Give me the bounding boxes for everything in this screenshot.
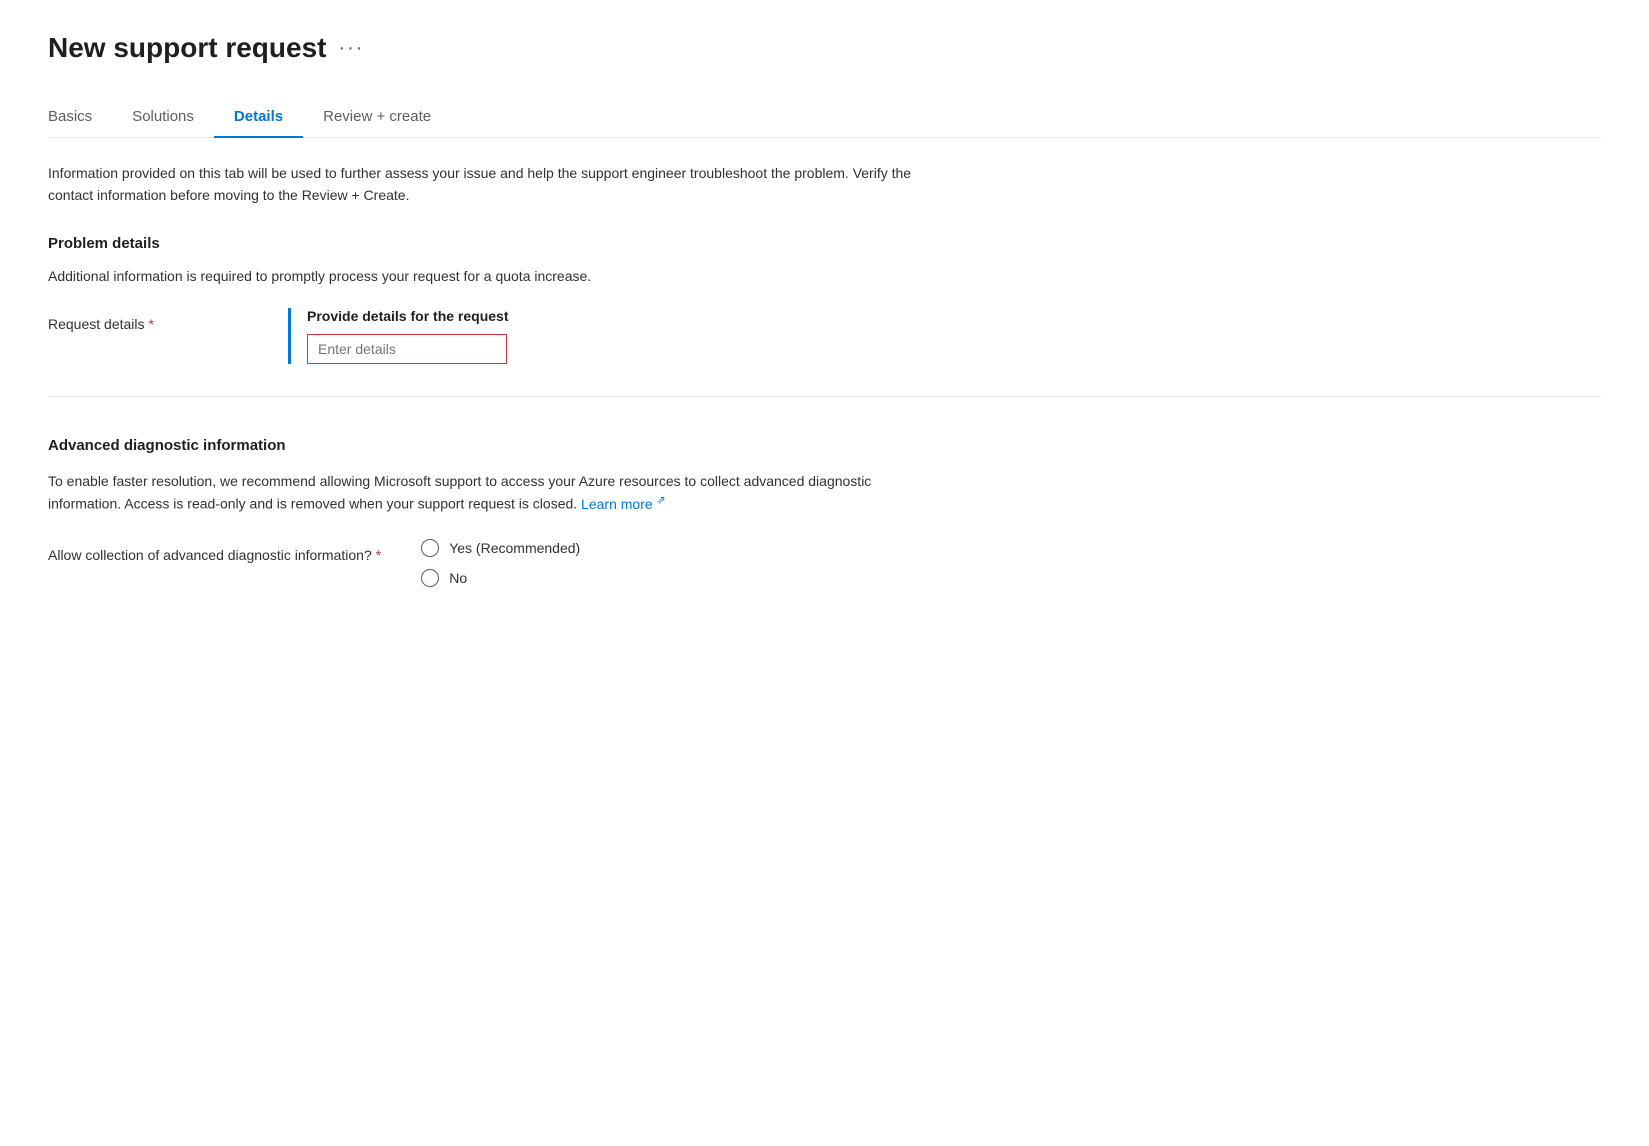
problem-details-description: Additional information is required to pr… xyxy=(48,268,1601,284)
learn-more-link[interactable]: Learn more ⇗ xyxy=(581,496,666,512)
tab-solutions[interactable]: Solutions xyxy=(112,96,214,137)
section-divider xyxy=(48,396,1601,397)
radio-no[interactable]: No xyxy=(421,569,580,587)
tab-nav: Basics Solutions Details Review + create xyxy=(48,96,1601,138)
tab-basics[interactable]: Basics xyxy=(48,96,112,137)
problem-details-heading: Problem details xyxy=(48,235,1601,252)
required-star: * xyxy=(149,316,154,332)
radio-yes-circle xyxy=(421,539,439,557)
tab-details[interactable]: Details xyxy=(214,96,303,137)
advanced-diagnostic-section: Advanced diagnostic information To enabl… xyxy=(48,437,1601,587)
request-details-panel: Provide details for the request xyxy=(288,308,1601,364)
diagnostic-radio-group: Yes (Recommended) No xyxy=(421,539,580,587)
advanced-diagnostic-heading: Advanced diagnostic information xyxy=(48,437,1601,454)
external-link-icon: ⇗ xyxy=(657,494,666,506)
page-title: New support request xyxy=(48,32,326,64)
request-details-row: Request details* Provide details for the… xyxy=(48,308,1601,364)
more-options-button[interactable]: ··· xyxy=(338,37,364,60)
allow-required-star: * xyxy=(376,547,381,563)
page-title-row: New support request ··· xyxy=(48,32,1601,64)
radio-no-circle xyxy=(421,569,439,587)
allow-collection-label: Allow collection of advanced diagnostic … xyxy=(48,539,381,563)
allow-collection-row: Allow collection of advanced diagnostic … xyxy=(48,539,1601,587)
request-details-label: Request details* xyxy=(48,308,248,332)
enter-details-input[interactable] xyxy=(307,334,507,364)
request-details-panel-title: Provide details for the request xyxy=(307,308,1601,324)
tab-review-create[interactable]: Review + create xyxy=(303,96,451,137)
tab-description: Information provided on this tab will be… xyxy=(48,162,948,207)
problem-details-section: Problem details Additional information i… xyxy=(48,235,1601,364)
radio-yes[interactable]: Yes (Recommended) xyxy=(421,539,580,557)
advanced-diagnostic-description: To enable faster resolution, we recommen… xyxy=(48,470,948,515)
